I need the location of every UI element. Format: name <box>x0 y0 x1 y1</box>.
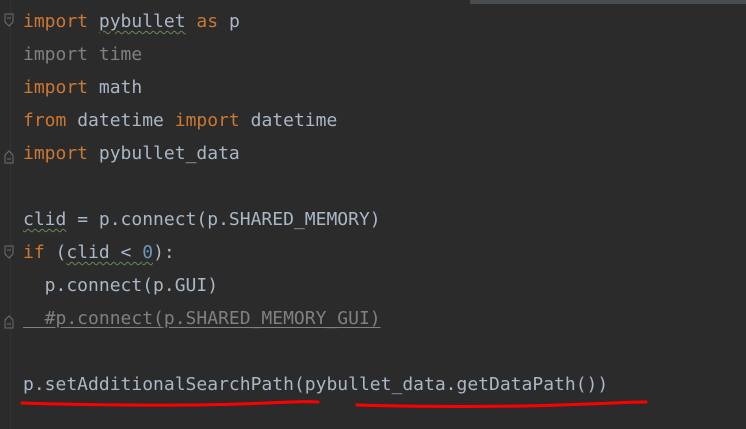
import-name: datetime <box>250 110 338 131</box>
keyword: import <box>174 110 240 131</box>
code-line-10[interactable]: #p.connect(p.SHARED_MEMORY_GUI) <box>23 307 381 331</box>
red-underline-right <box>355 400 648 408</box>
function-call: p.setAdditionalSearchPath <box>23 374 294 395</box>
paren-open: ( <box>44 242 67 263</box>
code-editor[interactable]: import pybullet as p import time import … <box>0 0 746 429</box>
paren-close: ): <box>153 242 175 263</box>
function-call: pybullet_data.getDataPath <box>304 374 576 395</box>
alias: p <box>228 11 240 32</box>
expression: = p.connect(p.SHARED_MEMORY) <box>66 209 381 230</box>
keyword: import <box>23 143 89 164</box>
comment: #p.connect(p.SHARED_MEMORY_GUI) <box>23 308 381 329</box>
module-name: time <box>98 44 143 65</box>
horizontal-scrollbar[interactable] <box>470 0 746 4</box>
fold-marker-icon[interactable] <box>4 308 14 332</box>
keyword: import <box>23 77 89 98</box>
code-line-12[interactable]: p.setAdditionalSearchPath(pybullet_data.… <box>23 373 608 397</box>
fold-marker-icon[interactable] <box>4 242 14 266</box>
gutter <box>10 0 11 429</box>
paren-close: ()) <box>575 374 609 395</box>
paren-open: ( <box>293 374 305 395</box>
code-line-7[interactable]: clid = p.connect(p.SHARED_MEMORY) <box>23 208 381 232</box>
code-line-5[interactable]: import pybullet_data <box>23 142 240 166</box>
code-line-2[interactable]: import time <box>23 43 142 67</box>
keyword: if <box>23 242 45 263</box>
module-name: pybullet_data <box>98 143 240 164</box>
number: 0 <box>142 242 154 263</box>
red-underline-left <box>20 400 320 407</box>
variable: clid <box>23 209 67 230</box>
module-name: math <box>98 77 143 98</box>
code-line-4[interactable]: from datetime import datetime <box>23 109 337 133</box>
module-name: datetime <box>77 110 164 131</box>
keyword: import <box>23 44 89 65</box>
code-line-3[interactable]: import math <box>23 76 142 100</box>
red-annotation-underline <box>20 400 648 408</box>
condition: clid < <box>66 242 143 263</box>
keyword: as <box>196 11 219 32</box>
code-line-8[interactable]: if (clid < 0): <box>23 241 175 265</box>
fold-marker-icon[interactable] <box>4 143 14 167</box>
code-line-1[interactable]: import pybullet as p <box>23 10 240 34</box>
code-line-9[interactable]: p.connect(p.GUI) <box>23 274 218 298</box>
keyword: from <box>23 110 67 131</box>
statement: p.connect(p.GUI) <box>23 275 219 296</box>
keyword: import <box>23 11 89 32</box>
module-name: pybullet <box>98 11 186 32</box>
fold-marker-icon[interactable] <box>4 10 14 34</box>
